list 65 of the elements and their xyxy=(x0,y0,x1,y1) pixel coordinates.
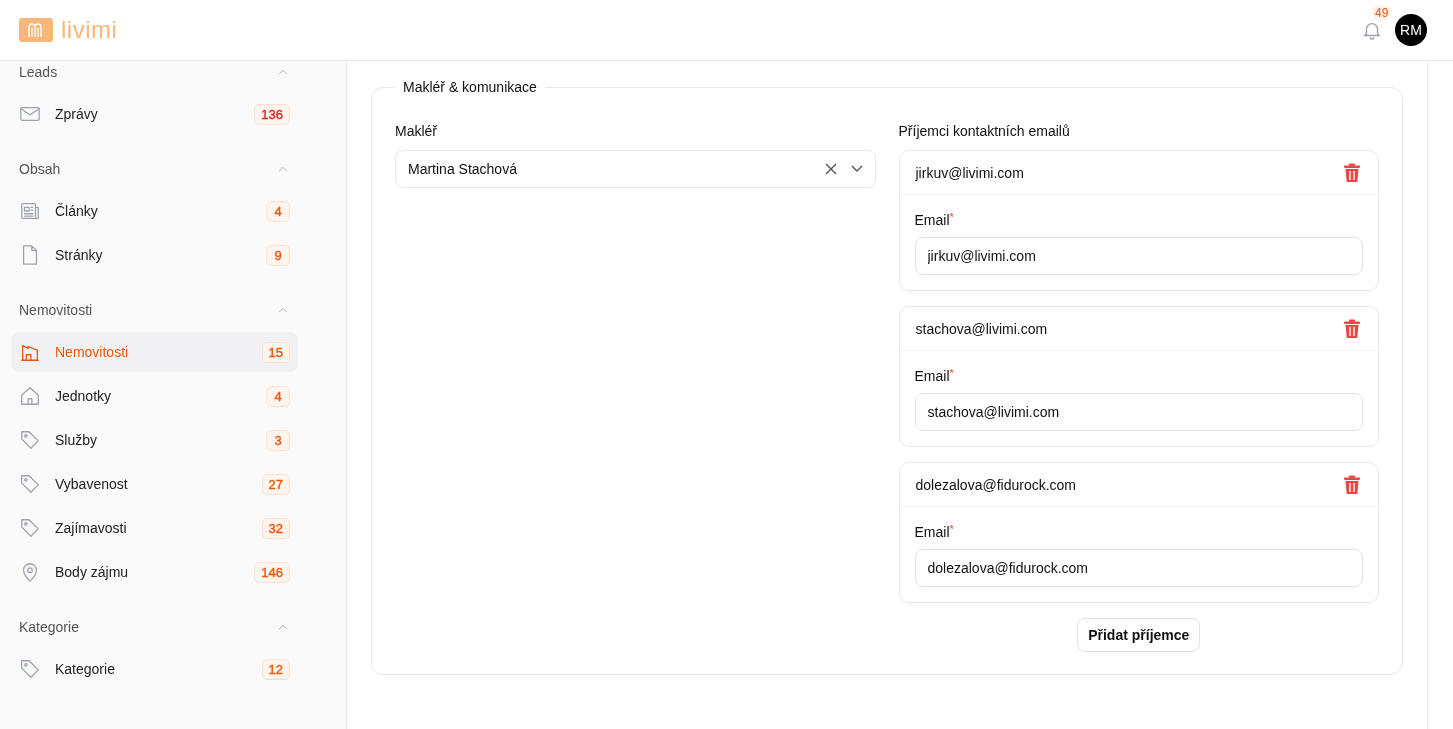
field-label: Email xyxy=(914,368,950,384)
house-icon xyxy=(19,385,41,407)
field-label: Email xyxy=(914,524,950,540)
section-heading: Nemovitosti xyxy=(19,302,93,318)
field-label: Makléř xyxy=(395,123,438,139)
count-badge: 27 xyxy=(261,473,290,495)
nav-label: Body zájmu xyxy=(55,564,130,580)
add-recipient-button[interactable]: Přidat příjemce xyxy=(1077,618,1201,652)
nav-label: Zajímavosti xyxy=(55,520,128,536)
nav-label: Jednotky xyxy=(55,388,113,404)
count-badge: 32 xyxy=(261,517,290,539)
section-title: Makléř & komunikace xyxy=(402,79,538,95)
section-heading: Obsah xyxy=(19,161,61,177)
nav-item[interactable]: Služby 3 xyxy=(11,420,298,460)
count-badge: 4 xyxy=(266,385,290,407)
nav-label: Služby xyxy=(55,432,99,448)
nav-item[interactable]: Kategorie 12 xyxy=(11,649,298,689)
nav-item[interactable]: Jednotky 4 xyxy=(11,376,298,416)
count-badge: 3 xyxy=(266,429,290,451)
nav-label: Články xyxy=(55,203,99,219)
nav-label: Vybavenost xyxy=(55,476,129,492)
trash-icon[interactable] xyxy=(1343,318,1361,339)
nav-label: Kategorie xyxy=(55,661,116,677)
recipient-title: dolezalova@fidurock.com xyxy=(915,476,1076,493)
trash-icon[interactable] xyxy=(1343,474,1361,495)
nav-item[interactable]: Zprávy 136 xyxy=(11,94,298,134)
email-input[interactable]: dolezalova@fidurock.com xyxy=(914,549,1363,587)
nav-item[interactable]: Stránky 9 xyxy=(11,235,298,275)
tag-icon xyxy=(19,517,41,539)
count-badge: 15 xyxy=(261,341,290,363)
recipient-title: jirkuv@livimi.com xyxy=(915,164,1024,181)
count-badge: 9 xyxy=(266,244,290,266)
nav-label: Zprávy xyxy=(55,106,99,122)
field-label: Příjemci kontaktních emailů xyxy=(898,123,1071,139)
tag-icon xyxy=(19,429,41,451)
section-heading: Kategorie xyxy=(19,619,79,635)
select-value: Martina Stachová xyxy=(408,161,518,177)
email-input[interactable]: jirkuv@livimi.com xyxy=(914,237,1363,275)
required-mark: * xyxy=(949,212,954,223)
nav-item[interactable]: Články 4 xyxy=(11,191,298,231)
nav-label: Nemovitosti xyxy=(55,344,130,360)
notification-count: 49 xyxy=(1373,6,1391,20)
clear-icon[interactable] xyxy=(824,163,837,175)
user-avatar[interactable]: RM xyxy=(1395,14,1427,46)
section-heading: Leads xyxy=(19,64,58,80)
tag-icon xyxy=(19,658,41,680)
newspaper-icon xyxy=(19,200,41,222)
email-input[interactable]: stachova@livimi.com xyxy=(914,393,1363,431)
nav-item[interactable]: Vybavenost 27 xyxy=(11,464,298,504)
count-badge: 146 xyxy=(254,561,290,583)
tag-icon xyxy=(19,473,41,495)
count-badge: 12 xyxy=(261,658,290,680)
trash-icon[interactable] xyxy=(1343,162,1361,183)
agent-select[interactable]: Martina Stachová xyxy=(395,150,876,188)
nav-item[interactable]: Body zájmu 146 xyxy=(11,552,298,592)
required-mark: * xyxy=(949,524,954,535)
count-badge: 4 xyxy=(266,200,290,222)
count-badge: 136 xyxy=(254,103,290,125)
logo-icon xyxy=(19,18,53,42)
nav-item[interactable]: Zajímavosti 32 xyxy=(11,508,298,548)
recipient-title: stachova@livimi.com xyxy=(915,320,1048,337)
chevron-down-icon[interactable] xyxy=(850,165,863,173)
required-mark: * xyxy=(949,368,954,379)
field-label: Email xyxy=(914,212,950,228)
nav-label: Stránky xyxy=(55,247,104,263)
